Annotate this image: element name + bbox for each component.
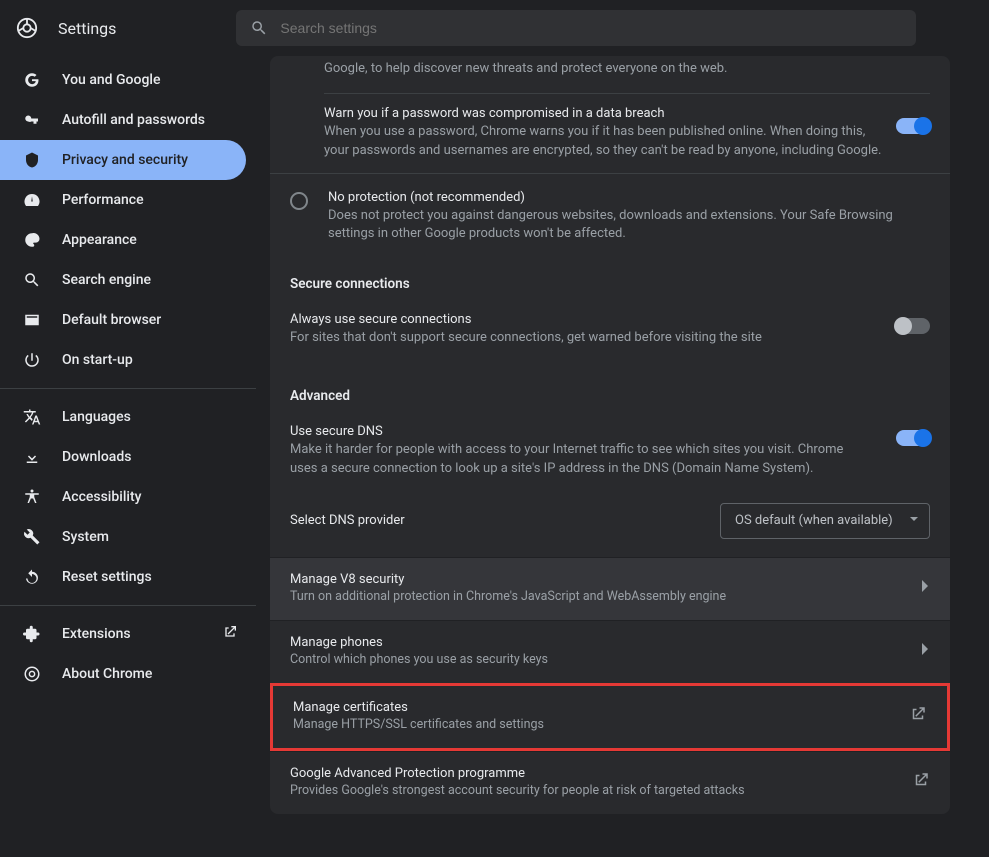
sidebar-item-label: You and Google — [62, 72, 160, 88]
sidebar-item-label: About Chrome — [62, 666, 152, 682]
sidebar-item-reset[interactable]: Reset settings — [0, 557, 256, 597]
sidebar-divider — [0, 605, 256, 606]
setting-desc: For sites that don't support secure conn… — [290, 329, 850, 348]
dns-provider-value: OS default (when available) — [735, 513, 893, 528]
open-external-icon — [222, 624, 238, 644]
dns-provider-label: Select DNS provider — [290, 513, 706, 528]
key-icon — [22, 110, 42, 130]
nav-desc: Turn on additional protection in Chrome'… — [290, 589, 922, 604]
chrome-logo-icon — [16, 17, 38, 39]
sidebar-item-accessibility[interactable]: Accessibility — [0, 477, 256, 517]
palette-icon — [22, 230, 42, 250]
nav-title: Manage certificates — [293, 700, 909, 715]
setting-title: Use secure DNS — [290, 424, 882, 439]
sidebar-item-label: Downloads — [62, 449, 131, 465]
open-external-icon — [912, 771, 930, 793]
chevron-right-icon — [922, 643, 930, 659]
sidebar-item-performance[interactable]: Performance — [0, 180, 256, 220]
setting-desc: Make it harder for people with access to… — [290, 441, 850, 479]
sidebar-item-label: Search engine — [62, 272, 151, 288]
setting-title: Warn you if a password was compromised i… — [324, 106, 882, 121]
nav-desc: Manage HTTPS/SSL certificates and settin… — [293, 717, 909, 732]
download-icon — [22, 447, 42, 467]
dns-provider-row: Select DNS provider OS default (when ava… — [270, 493, 950, 557]
breach-warning-toggle[interactable] — [896, 118, 930, 134]
sidebar-item-extensions[interactable]: Extensions — [0, 614, 256, 654]
sidebar-item-label: Languages — [62, 409, 131, 425]
nav-manage-v8[interactable]: Manage V8 security Turn on additional pr… — [270, 557, 950, 620]
secure-dns-toggle[interactable] — [896, 430, 930, 446]
page-title: Settings — [58, 19, 116, 38]
sidebar-item-label: Extensions — [62, 626, 131, 642]
search-settings-field[interactable] — [236, 10, 916, 46]
sidebar-item-appearance[interactable]: Appearance — [0, 220, 256, 260]
sidebar-item-startup[interactable]: On start-up — [0, 340, 256, 380]
breach-warning-row: Warn you if a password was compromised i… — [270, 94, 950, 173]
nav-manage-phones[interactable]: Manage phones Control which phones you u… — [270, 620, 950, 683]
chrome-outline-icon — [22, 664, 42, 684]
section-heading-advanced: Advanced — [270, 362, 950, 412]
sidebar-divider — [0, 388, 256, 389]
wrench-icon — [22, 527, 42, 547]
sidebar-item-default-browser[interactable]: Default browser — [0, 300, 256, 340]
nav-title: Manage V8 security — [290, 572, 922, 587]
setting-desc: When you use a password, Chrome warns yo… — [324, 123, 882, 161]
sidebar-item-languages[interactable]: Languages — [0, 397, 256, 437]
translate-icon — [22, 407, 42, 427]
magnify-icon — [22, 270, 42, 290]
sidebar-item-label: Privacy and security — [62, 152, 188, 168]
sidebar-item-privacy[interactable]: Privacy and security — [0, 140, 246, 180]
prev-option-desc-fragment: Google, to help discover new threats and… — [270, 56, 950, 93]
app-header: Settings — [0, 0, 989, 56]
extension-icon — [22, 624, 42, 644]
nav-title: Manage phones — [290, 635, 922, 650]
secure-dns-row: Use secure DNS Make it harder for people… — [270, 412, 950, 493]
reset-icon — [22, 567, 42, 587]
always-secure-row: Always use secure connections For sites … — [270, 300, 950, 362]
settings-panel: Google, to help discover new threats and… — [270, 56, 950, 814]
accessibility-icon — [22, 487, 42, 507]
main-content: Google, to help discover new threats and… — [256, 56, 989, 857]
nav-manage-certificates[interactable]: Manage certificates Manage HTTPS/SSL cer… — [270, 683, 950, 751]
sidebar-item-label: Reset settings — [62, 569, 152, 585]
sidebar-item-label: Autofill and passwords — [62, 112, 205, 128]
nav-desc: Provides Google's strongest account secu… — [290, 783, 912, 798]
chevron-down-icon — [909, 513, 919, 528]
radio-icon — [290, 192, 308, 210]
no-protection-option[interactable]: No protection (not recommended) Does not… — [270, 173, 950, 261]
search-icon — [250, 19, 268, 37]
open-external-icon — [909, 705, 927, 727]
sidebar-item-label: Default browser — [62, 312, 161, 328]
sidebar: You and Google Autofill and passwords Pr… — [0, 56, 256, 857]
sidebar-item-search-engine[interactable]: Search engine — [0, 260, 256, 300]
sidebar-item-downloads[interactable]: Downloads — [0, 437, 256, 477]
sidebar-item-autofill[interactable]: Autofill and passwords — [0, 100, 256, 140]
nav-google-advanced-protection[interactable]: Google Advanced Protection programme Pro… — [270, 751, 950, 814]
sidebar-item-label: On start-up — [62, 352, 133, 368]
browser-icon — [22, 310, 42, 330]
nav-title: Google Advanced Protection programme — [290, 766, 912, 781]
sidebar-item-system[interactable]: System — [0, 517, 256, 557]
setting-title: Always use secure connections — [290, 312, 882, 327]
search-input[interactable] — [280, 20, 902, 36]
always-secure-toggle[interactable] — [896, 318, 930, 334]
sidebar-item-label: Accessibility — [62, 489, 141, 505]
setting-title: No protection (not recommended) — [328, 190, 930, 205]
setting-desc: Does not protect you against dangerous w… — [328, 207, 930, 245]
chevron-right-icon — [922, 580, 930, 596]
nav-desc: Control which phones you use as security… — [290, 652, 922, 667]
section-heading-secure: Secure connections — [270, 260, 950, 300]
sidebar-item-label: Appearance — [62, 232, 137, 248]
dns-provider-select[interactable]: OS default (when available) — [720, 503, 930, 539]
sidebar-item-you-google[interactable]: You and Google — [0, 60, 256, 100]
speedometer-icon — [22, 190, 42, 210]
shield-icon — [22, 150, 42, 170]
sidebar-item-about[interactable]: About Chrome — [0, 654, 256, 694]
power-icon — [22, 350, 42, 370]
sidebar-item-label: System — [62, 529, 109, 545]
sidebar-item-label: Performance — [62, 192, 144, 208]
google-g-icon — [22, 70, 42, 90]
